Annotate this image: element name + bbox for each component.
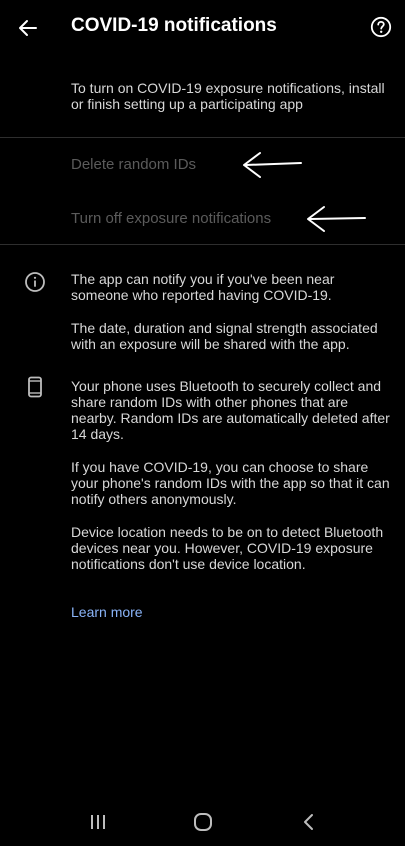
divider	[0, 137, 405, 138]
help-circle-icon	[370, 16, 392, 38]
info-paragraph: The app can notify you if you've been ne…	[71, 271, 335, 303]
divider	[0, 244, 405, 245]
share-ids-paragraph: If you have COVID-19, you can choose to …	[71, 459, 390, 507]
location-paragraph: Device location needs to be on to detect…	[71, 524, 384, 572]
annotation-arrow-icon	[307, 206, 366, 232]
turn-off-exposure-notifications-label: Turn off exposure notifications	[71, 210, 272, 227]
home-button[interactable]	[183, 808, 223, 836]
bluetooth-paragraph: Your phone uses Bluetooth to securely co…	[71, 378, 390, 442]
info-icon	[25, 272, 45, 292]
phone-icon	[28, 376, 42, 398]
nav-back-button[interactable]	[289, 808, 329, 836]
delete-random-ids-item[interactable]: Delete random IDs	[0, 142, 405, 192]
recents-button[interactable]	[78, 808, 118, 836]
app-bar: COVID-19 notifications	[0, 0, 405, 56]
help-button[interactable]	[366, 12, 396, 42]
recents-icon	[91, 815, 105, 829]
back-button[interactable]	[12, 12, 44, 44]
info-paragraph: The date, duration and signal strength a…	[71, 320, 378, 352]
system-nav-bar	[0, 796, 405, 846]
annotation-arrow-icon	[243, 152, 302, 178]
arrow-left-icon	[19, 20, 37, 36]
learn-more-link[interactable]: Learn more	[71, 604, 143, 620]
intro-text: To turn on COVID-19 exposure notificatio…	[71, 80, 385, 112]
home-icon	[194, 813, 212, 831]
page-title: COVID-19 notifications	[71, 15, 277, 36]
nav-back-icon	[304, 814, 313, 830]
delete-random-ids-label: Delete random IDs	[71, 156, 197, 173]
